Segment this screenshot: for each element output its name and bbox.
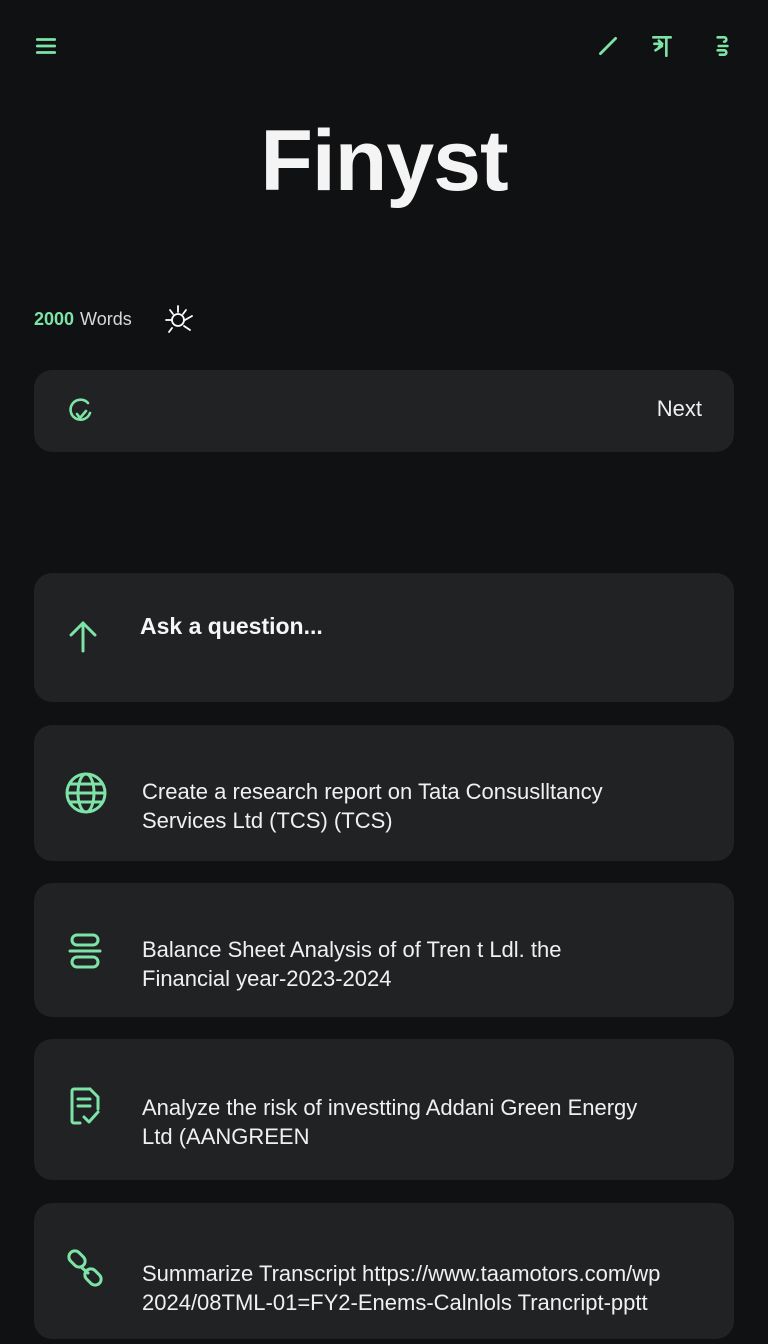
document-check-icon [70,1087,100,1125]
word-count-label: Words [80,308,132,329]
pencil-icon[interactable] [590,28,626,64]
suggestion-line: 2024/08TML-01=FY2-Enems-Calnlols Trancri… [142,1290,648,1315]
more-vertical-icon[interactable] [704,28,740,64]
suggestion-line: Summarize Transcript https://www.taamoto… [142,1261,661,1286]
arrow-up-icon[interactable] [64,617,102,655]
suggestion-line: Ltd (AANGREEN [142,1124,310,1149]
globe-icon [65,772,107,814]
ledger-icon [68,933,102,969]
suggestion-line: Balance Sheet Analysis of of Tren t Ldl.… [142,937,562,962]
hamburger-menu-icon[interactable] [28,28,64,64]
ask-input[interactable]: Ask a question... [34,573,734,702]
refresh-icon[interactable] [64,394,98,428]
ask-placeholder: Ask a question... [140,613,323,639]
spark-icon[interactable] [160,302,200,336]
suggestion-text: Analyze the risk of investting Addani Gr… [142,1093,704,1151]
suggestion-card[interactable]: Summarize Transcript https://www.taamoto… [34,1203,734,1339]
suggestion-text: Balance Sheet Analysis of of Tren t Ldl.… [142,935,704,993]
suggestion-text: Summarize Transcript https://www.taamoto… [142,1259,704,1317]
suggestion-line: Create a research report on Tata Consusl… [142,779,603,804]
export-icon[interactable] [644,28,680,64]
suggestion-card[interactable]: Create a research report on Tata Consusl… [34,725,734,861]
suggestion-line: Services Ltd (TCS) (TCS) [142,808,393,833]
suggestion-card[interactable]: Balance Sheet Analysis of of Tren t Ldl.… [34,883,734,1017]
app-title: Finyst [260,113,508,209]
word-count-value: 2000 [34,308,75,329]
suggestion-line: Analyze the risk of investting Addani Gr… [142,1095,638,1120]
suggestion-text: Create a research report on Tata Consusl… [142,777,704,835]
link-icon [67,1249,103,1287]
suggestion-card[interactable]: Analyze the risk of investting Addani Gr… [34,1039,734,1180]
suggestion-line: Financial year-2023-2024 [142,966,392,991]
top-bar [28,28,740,68]
word-count-row: 2000 Words [34,302,200,336]
next-bar[interactable]: Next [34,370,734,452]
next-button[interactable]: Next [657,396,702,422]
